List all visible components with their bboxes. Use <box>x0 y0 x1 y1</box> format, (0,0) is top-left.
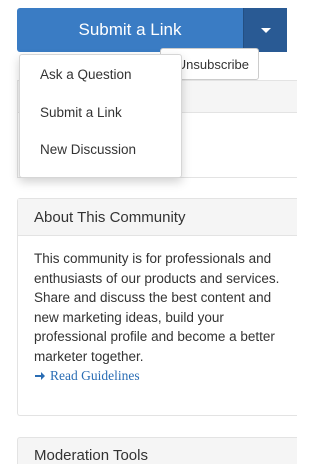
read-guidelines-label: Read Guidelines <box>50 368 140 383</box>
about-panel-body: This community is for professionals and … <box>18 236 297 385</box>
submit-link-button-label: Submit a Link <box>78 20 182 39</box>
submit-dropdown-menu: Ask a Question Submit a Link New Discuss… <box>19 54 182 178</box>
sidebar: Submit a Link Unsubscribe Ask a Question… <box>0 0 297 464</box>
menu-item-submit-link[interactable]: Submit a Link <box>40 105 122 120</box>
about-community-panel: About This Community This community is f… <box>17 198 297 416</box>
arrow-right-icon <box>35 371 45 380</box>
read-guidelines-link[interactable]: Read Guidelines <box>34 366 287 385</box>
about-description: This community is for professionals and … <box>34 251 280 364</box>
moderation-panel-title: Moderation Tools <box>34 447 148 464</box>
caret-down-icon <box>260 27 271 33</box>
menu-item-ask-question[interactable]: Ask a Question <box>40 67 132 82</box>
submit-link-button[interactable]: Submit a Link <box>17 8 243 52</box>
dropdown-toggle-button[interactable] <box>243 8 287 52</box>
moderation-tools-panel: Moderation Tools <box>17 437 297 464</box>
about-panel-title: About This Community <box>18 199 297 236</box>
submit-link-split-button: Submit a Link <box>17 8 287 52</box>
menu-item-new-discussion[interactable]: New Discussion <box>40 142 136 157</box>
unsubscribe-button-label: Unsubscribe <box>176 56 249 72</box>
